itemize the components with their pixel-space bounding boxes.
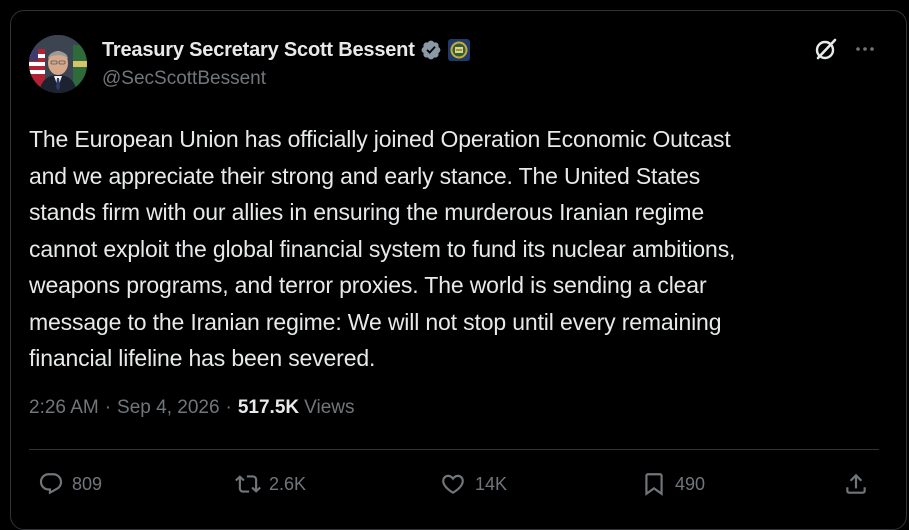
like-button[interactable]: 14K (439, 471, 507, 497)
more-dots-icon[interactable] (853, 37, 877, 61)
views-label: Views (304, 397, 355, 418)
share-icon (846, 473, 866, 494)
author-display-name[interactable]: Treasury Secretary Scott Bessent (102, 39, 415, 62)
repost-button[interactable]: 2.6K (235, 471, 306, 497)
tweet-text-line: weapons programs, and terror proxies. Th… (29, 272, 707, 298)
treasury-seal-icon[interactable] (447, 38, 471, 62)
reply-count: 809 (72, 473, 103, 494)
tweet-meta: 2:26 AM · Sep 4, 2026 · 517.5K Views (29, 397, 354, 419)
like-count: 14K (475, 473, 508, 494)
tweet-time[interactable]: 2:26 AM (29, 397, 99, 419)
heart-icon (442, 474, 464, 494)
repost-count: 2.6K (269, 473, 307, 494)
meta-separator: · (104, 397, 112, 418)
author-name-row: Treasury Secretary Scott Bessent (102, 36, 471, 64)
tweet-date[interactable]: Sep 4, 2026 (117, 397, 219, 419)
tweet-text: The European Union has officially joined… (29, 121, 881, 377)
tweet-text-line: cannot exploit the global financial syst… (29, 235, 736, 262)
verified-check-icon[interactable] (420, 39, 442, 61)
bookmark-count: 490 (675, 473, 706, 494)
bookmark-icon (645, 473, 663, 496)
avatar[interactable] (29, 35, 87, 93)
tweet-text-line: and we appreciate their strong and early… (29, 162, 701, 189)
tweet-text-line: stands firm with our allies in ensuring … (29, 199, 705, 225)
reply-button[interactable]: 809 (38, 471, 102, 497)
bookmark-button[interactable]: 490 (641, 471, 705, 497)
divider (29, 449, 879, 450)
tweet-text-line: The European Union has officially joined… (29, 126, 731, 152)
repost-icon (235, 475, 261, 493)
reply-icon (39, 473, 63, 495)
views-count[interactable]: 517.5K (238, 397, 299, 419)
author-handle[interactable]: @SecScottBessent (102, 68, 266, 90)
avatar-image (29, 35, 87, 93)
meta-separator: · (225, 397, 232, 418)
top-actions (813, 36, 877, 62)
tweet-text-line: financial lifeline has been severed. (29, 345, 376, 371)
share-button[interactable] (843, 471, 869, 497)
grok-slash-icon[interactable] (813, 36, 839, 62)
action-bar: 809 2.6K 14K 490 (0, 471, 909, 501)
tweet-text-line: message to the Iranian regime: We will n… (29, 308, 722, 335)
